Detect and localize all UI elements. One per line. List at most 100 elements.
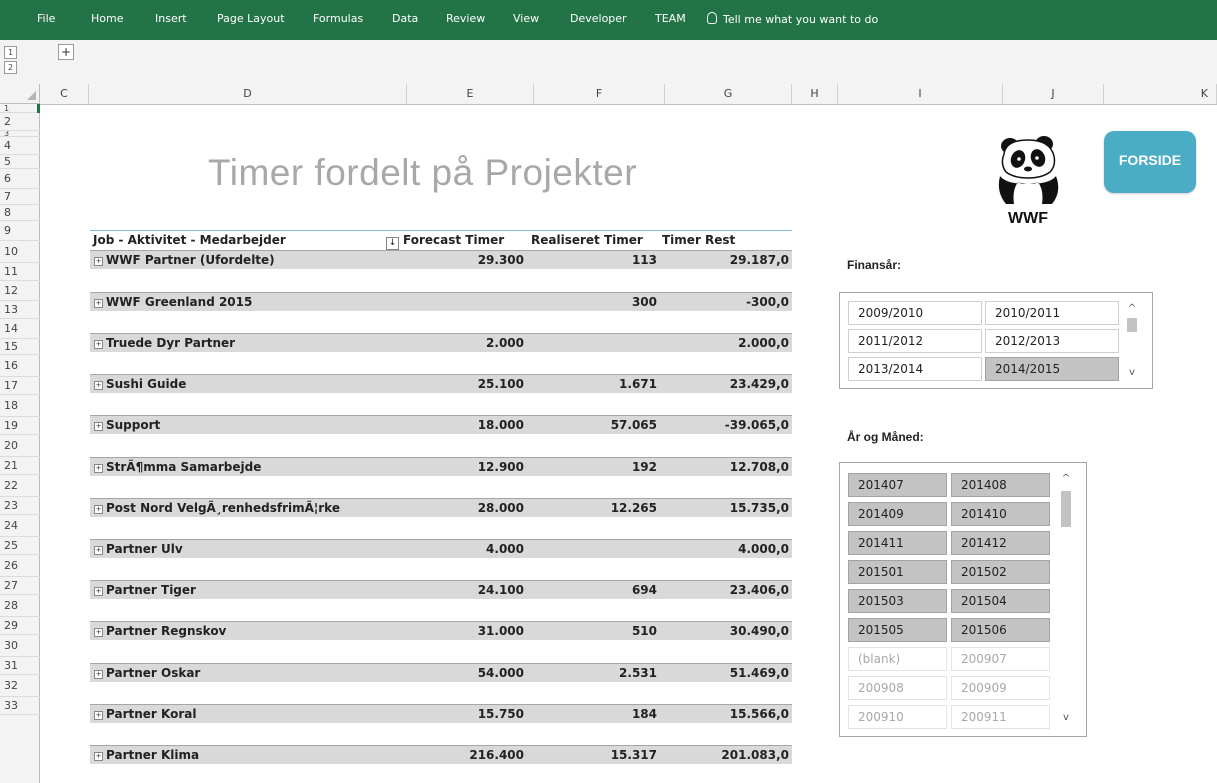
row-header-18[interactable]: 18 [0,395,40,417]
row-header-27[interactable]: 27 [0,577,40,595]
row-header-30[interactable]: 30 [0,635,40,657]
tab-team[interactable]: TEAM [655,12,686,26]
row-header-15[interactable]: 15 [0,339,40,355]
slicer-item[interactable]: 201408 [951,473,1050,497]
row-header-12[interactable]: 12 [0,281,40,301]
pivot-row[interactable]: + StrÃ¶mma Samarbejde 12.900 192 12.708,0 [90,457,792,476]
column-header-i[interactable]: I [838,84,1003,104]
slicer-item[interactable]: 2014/2015 [985,357,1119,381]
pivot-row[interactable]: + Partner Oskar 54.000 2.531 51.469,0 [90,663,792,682]
row-header-31[interactable]: 31 [0,657,40,675]
pivot-row[interactable]: + Post Nord VelgÃ¸renhedsfrimÃ¦rke 28.000 1… [90,498,792,517]
row-header-29[interactable]: 29 [0,617,40,635]
row-header-21[interactable]: 21 [0,457,40,475]
outline-level-1-button[interactable]: 1 [4,46,17,59]
pivot-row[interactable]: + WWF Partner (Ufordelte) 29.300 113 29.187,… [90,250,792,269]
expand-icon[interactable]: + [94,628,103,637]
column-header-c[interactable]: C [40,84,89,104]
outline-level-2-button[interactable]: 2 [4,61,17,74]
expand-icon[interactable]: + [94,422,103,431]
slicer-item[interactable]: 2009/2010 [848,301,982,325]
slicer-item[interactable]: 200910 [848,705,947,729]
column-header-h[interactable]: H [792,84,838,104]
scroll-up-icon[interactable]: ^ [1058,471,1074,487]
expand-icon[interactable]: + [94,257,103,266]
pivot-row[interactable]: + Sushi Guide 25.100 1.671 23.429,0 [90,374,792,393]
slicer-item[interactable]: 200909 [951,676,1050,700]
expand-icon[interactable]: + [94,670,103,679]
row-header-1[interactable]: 1 [0,104,40,113]
row-header-23[interactable]: 23 [0,497,40,515]
column-header-g[interactable]: G [665,84,792,104]
row-header-13[interactable]: 13 [0,301,40,319]
row-header-7[interactable]: 7 [0,189,40,205]
slicer-item[interactable]: 201407 [848,473,947,497]
forside-button[interactable]: FORSIDE [1104,131,1196,193]
row-header-14[interactable]: 14 [0,319,40,339]
row-header-10[interactable]: 10 [0,241,40,263]
slicer-item[interactable]: 201412 [951,531,1050,555]
pivot-row[interactable]: + Support 18.000 57.065 -39.065,0 [90,415,792,434]
pivot-row[interactable]: + Partner Tiger 24.100 694 23.406,0 [90,580,792,599]
slicer-item[interactable]: 200911 [951,705,1050,729]
row-header-17[interactable]: 17 [0,377,40,395]
column-header-j[interactable]: J [1003,84,1104,104]
slicer-item[interactable]: 201501 [848,560,947,584]
slicer-item[interactable]: 2010/2011 [985,301,1119,325]
slicer-item[interactable]: 200908 [848,676,947,700]
row-header-16[interactable]: 16 [0,355,40,377]
pivot-row[interactable]: + Truede Dyr Partner 2.000 2.000,0 [90,333,792,352]
slicer-item[interactable]: 2011/2012 [848,329,982,353]
pivot-row[interactable]: + Partner Ulv 4.000 4.000,0 [90,539,792,558]
row-header-33[interactable]: 33 [0,697,40,715]
row-header-8[interactable]: 8 [0,205,40,221]
pivot-row[interactable]: + Partner Koral 15.750 184 15.566,0 [90,704,792,723]
expand-icon[interactable]: + [94,587,103,596]
expand-icon[interactable]: + [94,546,103,555]
slicer-item[interactable]: 200907 [951,647,1050,671]
slicer-item[interactable]: 201504 [951,589,1050,613]
expand-icon[interactable]: + [94,299,103,308]
expand-icon[interactable]: + [94,464,103,473]
tab-file[interactable]: File [37,12,55,26]
slicer-item[interactable]: 201503 [848,589,947,613]
pivot-row[interactable]: + Partner Regnskov 31.000 510 30.490,0 [90,621,792,640]
column-header-k[interactable]: K [1104,84,1217,104]
scroll-down-icon[interactable]: v [1124,365,1140,381]
row-header-9[interactable]: 9 [0,221,40,241]
row-header-2[interactable]: 2 [0,113,40,131]
scroll-down-icon[interactable]: v [1058,710,1074,726]
pivot-row[interactable]: + WWF Greenland 2015 300 -300,0 [90,292,792,311]
slicer-item[interactable]: 2013/2014 [848,357,982,381]
column-header-f[interactable]: F [534,84,665,104]
scroll-thumb[interactable] [1061,491,1071,527]
row-header-25[interactable]: 25 [0,537,40,555]
row-header-26[interactable]: 26 [0,555,40,577]
expand-icon[interactable]: + [94,381,103,390]
row-header-22[interactable]: 22 [0,475,40,497]
row-header-4[interactable]: 4 [0,137,40,155]
scroll-thumb[interactable] [1127,318,1137,332]
expand-icon[interactable]: + [94,752,103,761]
select-all-corner[interactable] [0,84,40,104]
slicer-item[interactable]: 201411 [848,531,947,555]
column-header-d[interactable]: D [89,84,407,104]
slicer-maaned-scrollbar[interactable]: ^ v [1058,471,1074,726]
outline-expand-button[interactable]: + [58,44,74,60]
row-header-5[interactable]: 5 [0,155,40,169]
expand-icon[interactable]: + [94,505,103,514]
column-header-e[interactable]: E [407,84,534,104]
slicer-item[interactable]: (blank) [848,647,947,671]
scroll-up-icon[interactable]: ^ [1124,301,1140,317]
row-header-11[interactable]: 11 [0,263,40,281]
expand-icon[interactable]: + [94,711,103,720]
tab-page-layout[interactable]: Page Layout [217,12,285,26]
pivot-row[interactable]: + Partner Klima 216.400 15.317 201.083,0 [90,745,792,764]
tab-data[interactable]: Data [392,12,418,26]
expand-icon[interactable]: + [94,340,103,349]
row-header-28[interactable]: 28 [0,595,40,617]
tab-formulas[interactable]: Formulas [313,12,363,26]
slicer-item[interactable]: 201502 [951,560,1050,584]
tab-insert[interactable]: Insert [155,12,187,26]
tell-me-search[interactable]: Tell me what you want to do [707,12,878,26]
